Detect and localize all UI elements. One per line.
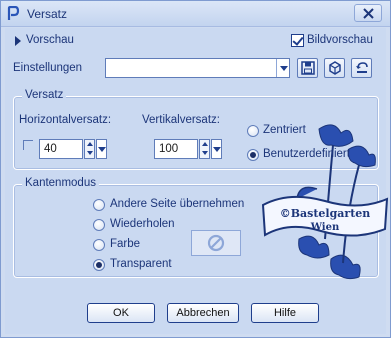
wiederholen-label: Wiederholen: [110, 218, 175, 230]
zentriert-label: Zentriert: [263, 124, 306, 136]
vertical-offset-spinner[interactable]: 100: [154, 139, 224, 159]
reset-button[interactable]: [351, 58, 372, 78]
vertical-dropdown-icon[interactable]: [211, 139, 222, 159]
horizontal-label: Horizontalversatz:: [19, 114, 112, 126]
delete-preset-button[interactable]: [324, 58, 345, 78]
edge-color-swatch[interactable]: [191, 230, 241, 256]
reset-icon: [356, 62, 368, 73]
help-button[interactable]: Hilfe: [251, 303, 319, 323]
benutzerdefiniert-radio[interactable]: [247, 149, 259, 161]
bildvorschau-checkbox[interactable]: [291, 34, 304, 47]
einstellungen-label: Einstellungen: [13, 62, 83, 74]
horizontal-dropdown-icon[interactable]: [96, 139, 107, 159]
farbe-radio[interactable]: [93, 239, 105, 251]
window-title: Versatz: [27, 7, 68, 21]
benutzerdefiniert-label: Benutzerdefiniert: [263, 148, 350, 160]
wiederholen-radio[interactable]: [93, 219, 105, 231]
vertical-updown-icon[interactable]: [199, 139, 210, 159]
versatz-group-title: Versatz: [22, 89, 67, 101]
kantenmodus-group-title: Kantenmodus: [22, 177, 99, 189]
farbe-label: Farbe: [110, 238, 141, 250]
horizontal-offset-spinner[interactable]: 40: [39, 139, 109, 159]
zentriert-radio[interactable]: [247, 125, 259, 137]
ok-button[interactable]: OK: [87, 303, 155, 323]
transparent-radio[interactable]: [93, 259, 105, 271]
vertical-label: Vertikalversatz:: [142, 114, 220, 126]
chevron-down-icon[interactable]: [276, 59, 289, 77]
horizontal-offset-input[interactable]: 40: [39, 139, 83, 159]
andere-seite-radio[interactable]: [93, 199, 105, 211]
andere-seite-label: Andere Seite übernehmen: [110, 198, 245, 210]
dialog-body: Vorschau Bildvorschau Einstellungen Vers…: [5, 28, 386, 334]
bildvorschau-label: Bildvorschau: [307, 34, 373, 46]
close-button[interactable]: [354, 4, 382, 22]
einstellungen-dropdown[interactable]: [105, 58, 290, 78]
app-icon: [7, 6, 20, 20]
vertical-offset-input[interactable]: 100: [154, 139, 198, 159]
preview-label: Vorschau: [26, 34, 74, 46]
dialog-window: Versatz Vorschau Bildvorschau Einstellun…: [0, 0, 391, 338]
close-icon: [363, 8, 374, 19]
save-icon: [301, 61, 315, 75]
transparent-label: Transparent: [110, 258, 172, 270]
expand-arrow-icon: [15, 36, 21, 46]
cancel-button[interactable]: Abbrechen: [167, 303, 239, 323]
horizontal-updown-icon[interactable]: [84, 139, 95, 159]
link-offsets-checkbox[interactable]: [23, 140, 33, 150]
delete-preset-icon: [329, 61, 341, 75]
title-bar[interactable]: Versatz: [1, 1, 390, 27]
save-preset-button[interactable]: [297, 58, 318, 78]
no-color-icon: [207, 234, 225, 252]
